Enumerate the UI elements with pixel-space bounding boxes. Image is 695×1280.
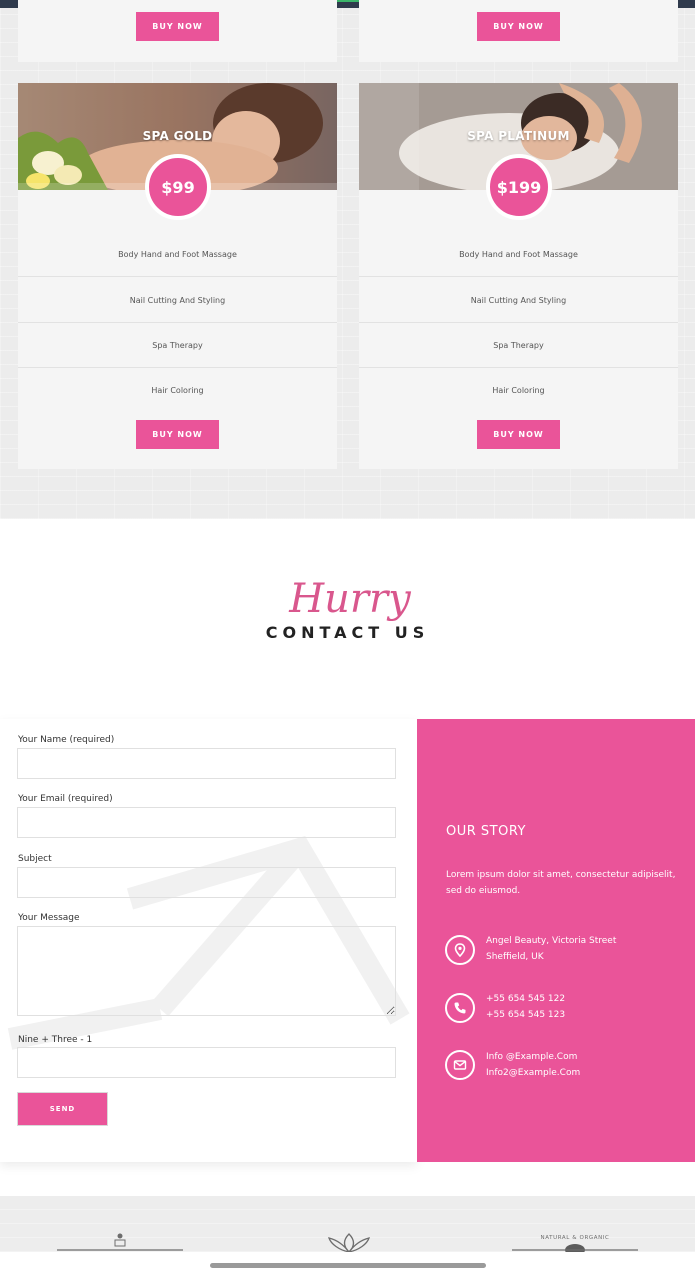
- price-badge: $99: [145, 154, 211, 220]
- message-textarea[interactable]: [17, 926, 396, 1016]
- phone-number[interactable]: +55 654 545 122: [486, 991, 686, 1007]
- our-story-panel: OUR STORY Lorem ipsum dolor sit amet, co…: [417, 719, 695, 1162]
- feature-item: Nail Cutting And Styling: [359, 278, 678, 323]
- email-addresses: Info @Example.Com Info2@Example.Com: [486, 1049, 686, 1081]
- email-label: Your Email (required): [18, 794, 113, 804]
- phone-icon: [445, 993, 475, 1023]
- price-badge: $199: [486, 154, 552, 220]
- plan-title: SPA PLATINUM: [467, 129, 570, 143]
- subject-input[interactable]: [17, 867, 396, 898]
- pricing-card-spa-gold: SPA GOLD $99 Body Hand and Foot Massage …: [18, 83, 337, 469]
- pricing-card-previous-left: BUY NOW: [18, 0, 337, 62]
- address-line: Sheffield, UK: [486, 952, 544, 962]
- pricing-card-spa-platinum: SPA PLATINUM $199 Body Hand and Foot Mas…: [359, 83, 678, 469]
- email-address[interactable]: Info2@Example.Com: [486, 1065, 686, 1081]
- our-story-heading: OUR STORY: [446, 824, 526, 839]
- natural-organic-logo: NATURAL & ORGANIC: [512, 1235, 638, 1254]
- captcha-input[interactable]: [17, 1047, 396, 1078]
- email-input[interactable]: [17, 807, 396, 838]
- buy-now-button[interactable]: BUY NOW: [477, 12, 560, 41]
- pricing-card-previous-right: BUY NOW: [359, 0, 678, 62]
- feature-item: Body Hand and Foot Massage: [359, 232, 678, 277]
- feature-item: Body Hand and Foot Massage: [18, 232, 337, 277]
- partner-logo-1: [57, 1233, 183, 1251]
- lotus-logo-icon: [328, 1233, 370, 1253]
- natural-organic-text: NATURAL & ORGANIC: [541, 1235, 610, 1241]
- subject-label: Subject: [18, 854, 52, 864]
- feature-item: Hair Coloring: [151, 386, 204, 395]
- feature-item: Nail Cutting And Styling: [18, 278, 337, 323]
- hurry-script-text: Hurry: [288, 576, 412, 622]
- address-text: Angel Beauty, Victoria Street Sheffield,…: [486, 933, 686, 965]
- name-label: Your Name (required): [18, 735, 115, 745]
- send-button[interactable]: SEND: [17, 1092, 108, 1126]
- message-label: Your Message: [18, 913, 80, 923]
- our-story-text: Lorem ipsum dolor sit amet, consectetur …: [446, 870, 676, 896]
- phone-numbers: +55 654 545 122 +55 654 545 123: [486, 991, 686, 1023]
- hurry-script-heading: Hurry: [288, 576, 412, 622]
- contact-us-title: CONTACT US: [265, 623, 430, 642]
- feature-item: Spa Therapy: [359, 323, 678, 368]
- contact-form: Your Name (required) Your Email (require…: [0, 719, 417, 1162]
- name-input[interactable]: [17, 748, 396, 779]
- feature-item: Hair Coloring: [492, 386, 545, 395]
- plan-title: SPA GOLD: [142, 129, 213, 143]
- buy-now-button[interactable]: BUY NOW: [136, 12, 219, 41]
- home-indicator-bar[interactable]: [210, 1263, 486, 1268]
- map-pin-icon: [445, 935, 475, 965]
- captcha-label: Nine + Three - 1: [18, 1035, 93, 1045]
- email-address[interactable]: Info @Example.Com: [486, 1049, 686, 1065]
- envelope-icon: [445, 1050, 475, 1080]
- buy-now-button[interactable]: BUY NOW: [136, 420, 219, 449]
- phone-number[interactable]: +55 654 545 123: [486, 1007, 686, 1023]
- pricing-section: BUY NOW BUY NOW SPA GOLD $99 Body Hand a…: [0, 0, 695, 519]
- buy-now-button[interactable]: BUY NOW: [477, 420, 560, 449]
- feature-item: Spa Therapy: [18, 323, 337, 368]
- address-line: Angel Beauty, Victoria Street: [486, 936, 617, 946]
